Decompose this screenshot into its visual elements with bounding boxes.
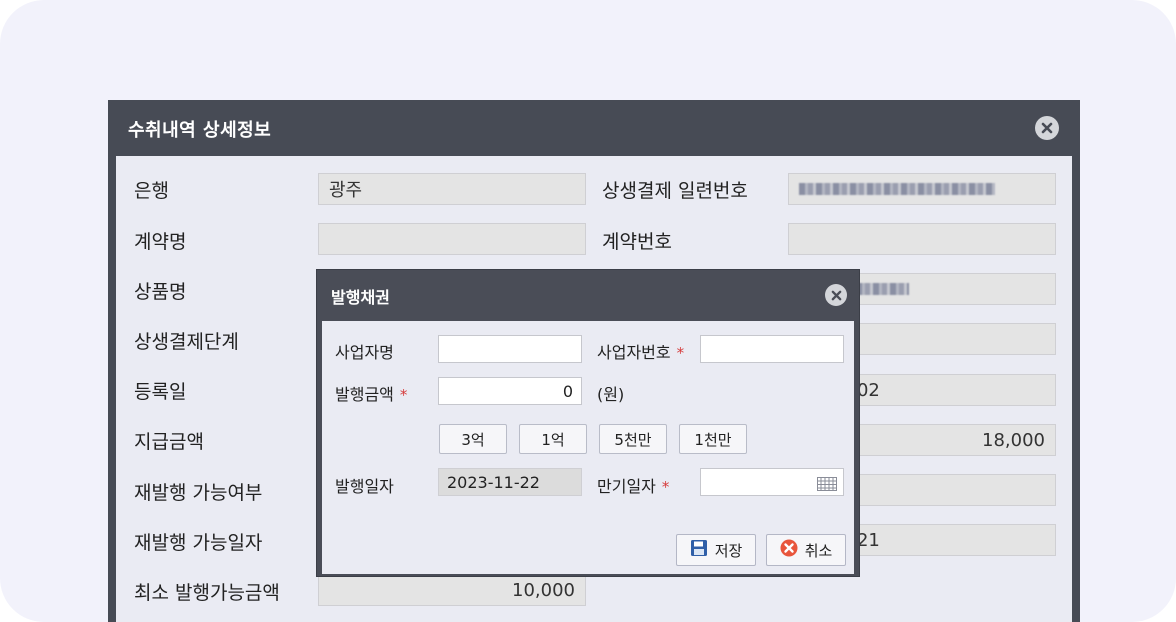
close-icon [831, 290, 842, 301]
amount-label: 발행금액 * [335, 381, 407, 405]
amount-3eok-button[interactable]: 3억 [439, 424, 507, 454]
min-amount-value: 10,000 [512, 579, 575, 601]
redacted-settlement-no [799, 183, 995, 195]
amount-1eok-button[interactable]: 1억 [519, 424, 587, 454]
amount-5cheonman-button[interactable]: 5천만 [599, 424, 667, 454]
bond-issue-modal-close-button[interactable] [825, 284, 847, 306]
cancel-icon [780, 539, 798, 561]
amount-unit: (원) [597, 385, 625, 404]
background-card: 수취내역 상세정보 은행 계약명 상품명 상생결제단계 등록일 지급금액 재발행… [0, 0, 1176, 622]
amount-value: 0 [562, 381, 573, 401]
detail-modal-close-button[interactable] [1035, 116, 1059, 140]
due-date-label: 만기일자 * [597, 473, 669, 497]
reissue-avail-label: 재발행 가능여부 [134, 482, 263, 504]
amount-input[interactable]: 0 [438, 377, 582, 405]
contract-name-label: 계약명 [134, 231, 187, 253]
reg-date-label: 등록일 [134, 381, 187, 403]
min-amount-field: 10,000 [318, 574, 586, 606]
issue-date-label: 발행일자 [335, 477, 394, 496]
contract-name-field [318, 223, 586, 255]
due-date-input[interactable] [700, 468, 844, 496]
min-amount-label: 최소 발행가능금액 [134, 582, 280, 604]
business-name-label: 사업자명 [335, 343, 394, 362]
bond-issue-modal: 발행채권 사업자명 사업자번호 * 발행금액 * 0 (원) 3억 1억 5천만… [316, 269, 860, 577]
save-button[interactable]: 저장 [676, 534, 756, 566]
amount-1cheonman-button[interactable]: 1천만 [679, 424, 747, 454]
bond-issue-modal-title: 발행채권 [331, 288, 390, 307]
payment-label: 지급금액 [134, 431, 204, 453]
required-mark: * [676, 344, 685, 362]
settlement-no-label: 상생결제 일련번호 [602, 180, 748, 202]
stage-label: 상생결제단계 [134, 331, 239, 353]
save-label: 저장 [714, 541, 743, 560]
reissue-date-label: 재발행 가능일자 [134, 532, 263, 554]
payment-value: 18,000 [982, 429, 1045, 451]
business-no-input[interactable] [700, 335, 844, 363]
issue-date-value: 2023-11-22 [447, 472, 540, 492]
cancel-label: 취소 [804, 541, 833, 560]
floppy-disk-icon [690, 539, 708, 561]
cancel-button[interactable]: 취소 [766, 534, 846, 566]
close-icon [1041, 122, 1053, 134]
product-label: 상품명 [134, 281, 187, 303]
business-no-label: 사업자번호 * [597, 339, 684, 363]
calendar-icon[interactable] [817, 476, 837, 495]
contract-no-label: 계약번호 [602, 231, 672, 253]
settlement-no-field [788, 173, 1056, 205]
due-date-label-text: 만기일자 [597, 477, 656, 496]
bank-value: 광주 [329, 180, 363, 201]
required-mark: * [661, 478, 670, 496]
bank-field: 광주 [318, 173, 586, 205]
issue-date-field: 2023-11-22 [438, 468, 582, 496]
detail-modal-title: 수취내역 상세정보 [128, 120, 272, 141]
business-name-input[interactable] [438, 335, 582, 363]
business-no-label-text: 사업자번호 [597, 343, 671, 362]
required-mark: * [399, 386, 408, 404]
contract-no-field [788, 223, 1056, 255]
bank-label: 은행 [134, 180, 169, 202]
bond-issue-modal-body: 사업자명 사업자번호 * 발행금액 * 0 (원) 3억 1억 5천만 1천만 [322, 321, 854, 574]
amount-label-text: 발행금액 [335, 385, 394, 404]
